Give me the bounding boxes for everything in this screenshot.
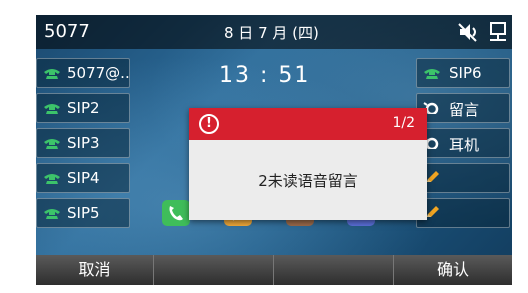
line-key-label: SIP5: [67, 204, 100, 222]
phone-icon: [44, 174, 60, 184]
clock: 13 : 51: [219, 63, 311, 88]
line-key-label: 5077@..: [67, 64, 130, 82]
date-label: 8 日 7 月 (四): [224, 24, 319, 42]
line-key-1[interactable]: 5077@..: [36, 58, 130, 88]
confirm-softkey[interactable]: 确认: [394, 255, 512, 285]
phone-icon: [44, 139, 60, 149]
line-key-label: SIP2: [67, 99, 100, 117]
popup-message: 2未读语音留言: [258, 172, 358, 190]
line-key-6[interactable]: SIP6: [416, 58, 510, 88]
popup-header: ! 1/2: [189, 108, 427, 140]
line-key-label: SIP3: [67, 134, 100, 152]
phone-icon: [424, 69, 440, 79]
line-key-label: SIP4: [67, 169, 100, 187]
status-bar: 5077 8 日 7 月 (四): [36, 15, 512, 49]
network-icon: [490, 22, 506, 41]
voicemail-popup: ! 1/2 2未读语音留言: [189, 108, 427, 220]
softkey-3[interactable]: [274, 255, 394, 285]
line-key-10[interactable]: [416, 198, 510, 228]
voicemail-key-label: 留言: [449, 101, 480, 119]
headset-key[interactable]: 耳机: [416, 128, 510, 158]
line-key-2[interactable]: SIP2: [36, 93, 130, 123]
voicemail-key[interactable]: 留言: [416, 93, 510, 123]
softkey-bar: 取消 确认: [36, 255, 512, 285]
line-key-5[interactable]: SIP5: [36, 198, 130, 228]
phone-screen: 5077 8 日 7 月 (四) 13 : 51 5077@.. SIP2 SI…: [36, 15, 512, 285]
cancel-softkey[interactable]: 取消: [36, 255, 154, 285]
headset-key-label: 耳机: [449, 136, 480, 154]
phone-icon: [44, 209, 60, 219]
softkey-2[interactable]: [154, 255, 274, 285]
alert-icon: !: [199, 114, 219, 134]
account-label: 5077: [44, 21, 90, 42]
line-key-label: SIP6: [449, 64, 482, 82]
phone-icon: [44, 104, 60, 114]
line-key-4[interactable]: SIP4: [36, 163, 130, 193]
phone-icon: [44, 69, 60, 79]
popup-page-count: 1/2: [392, 115, 415, 131]
phone-app-icon[interactable]: [162, 200, 190, 226]
line-key-9[interactable]: [416, 163, 510, 193]
line-key-3[interactable]: SIP3: [36, 128, 130, 158]
